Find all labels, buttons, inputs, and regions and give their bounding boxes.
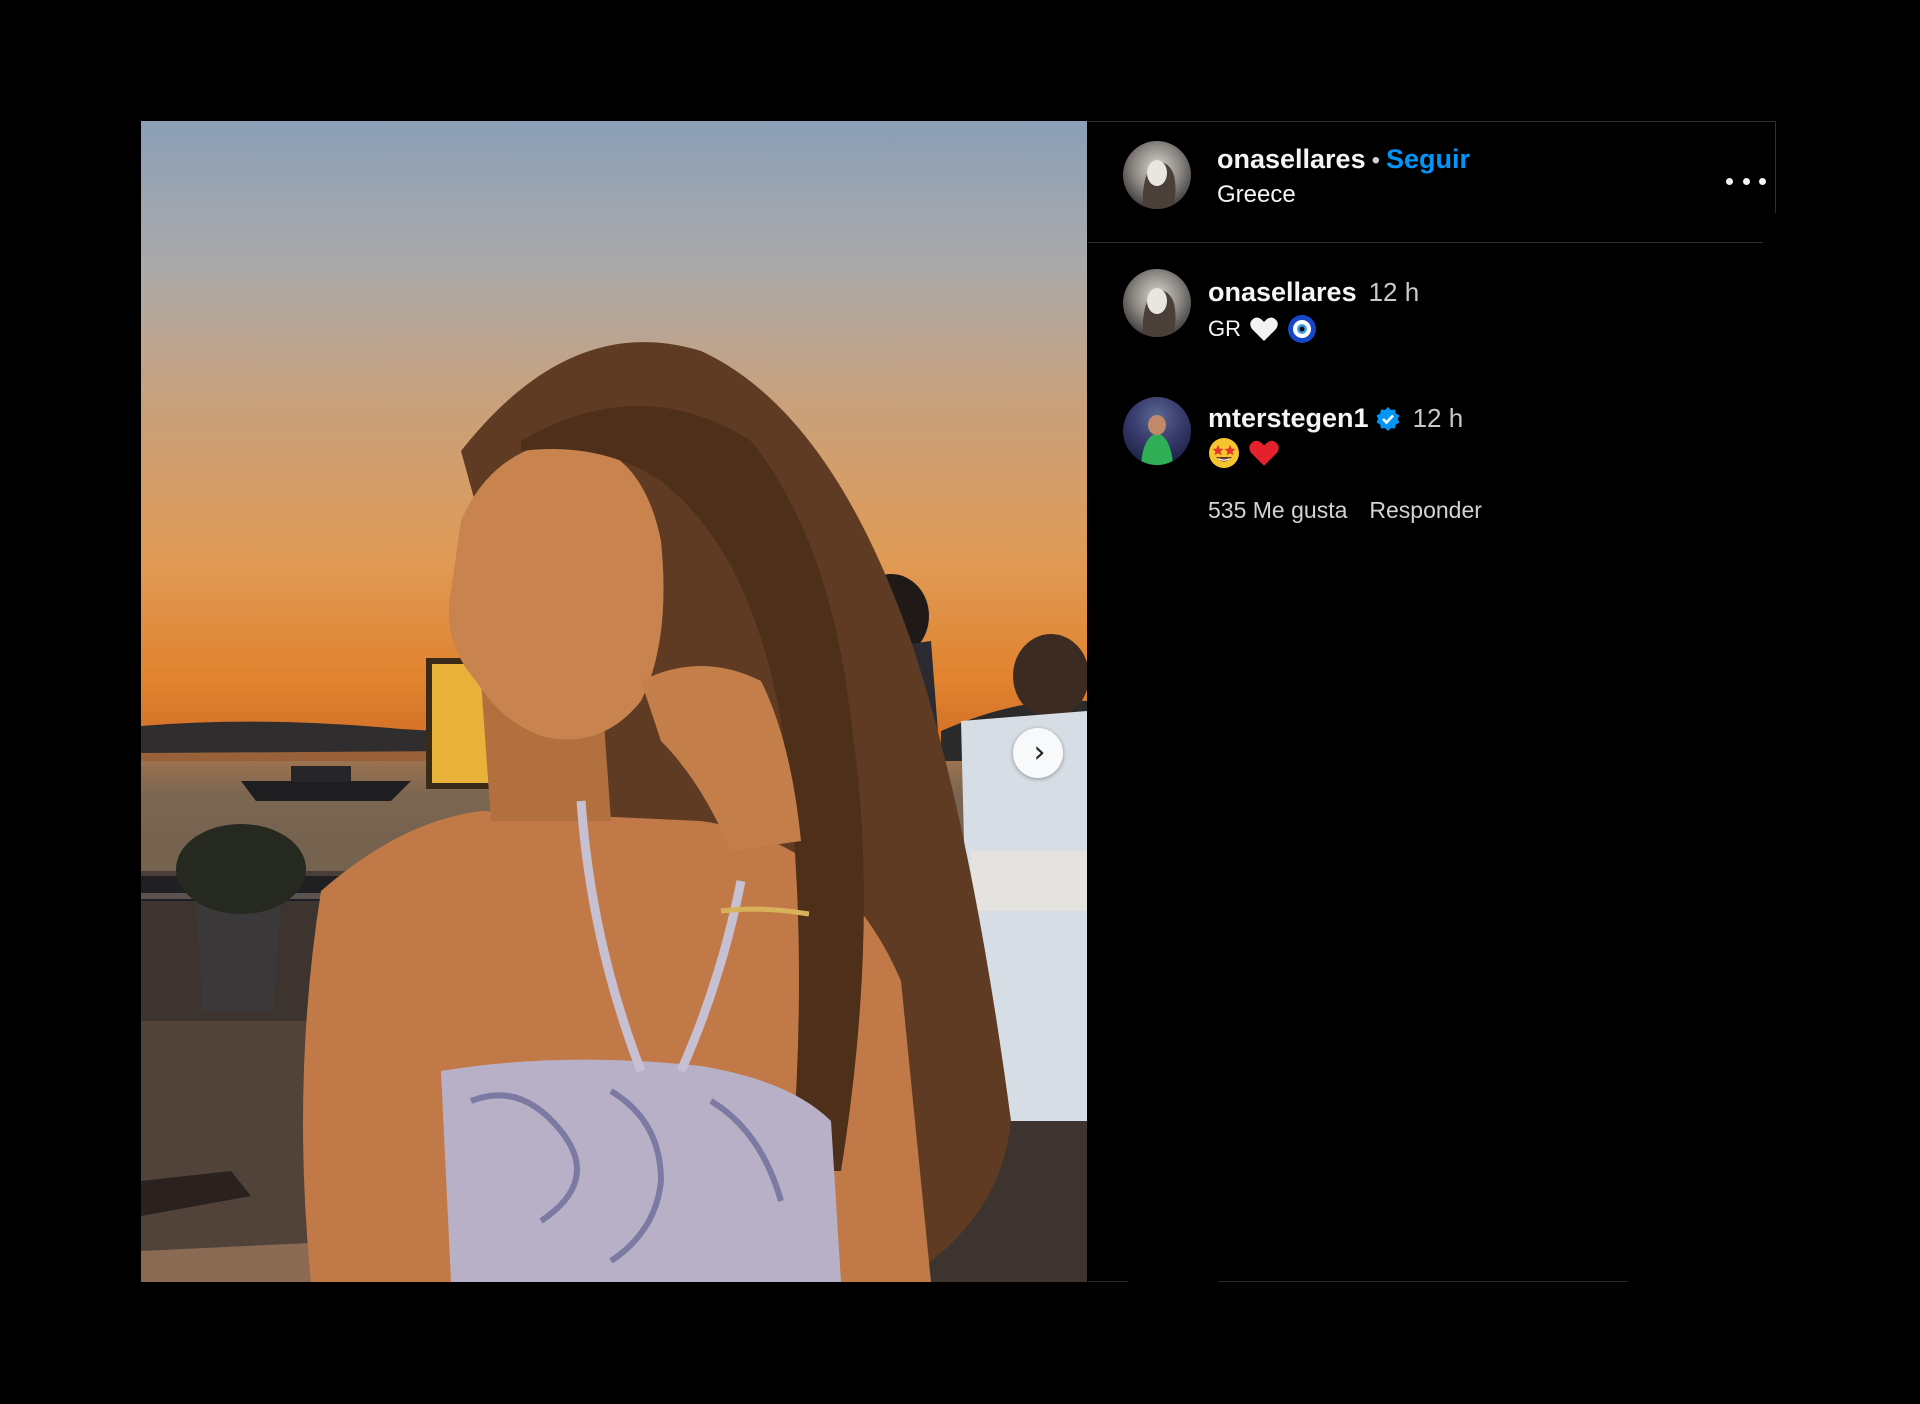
post-photo[interactable]: › — [141, 121, 1087, 1282]
comment-username-text[interactable]: mterstegen1 — [1208, 403, 1369, 434]
divider — [1088, 1281, 1128, 1282]
divider — [1218, 1281, 1628, 1282]
comment-username: onasellares 12 h — [1208, 277, 1419, 308]
reply-button[interactable]: Responder — [1369, 497, 1482, 523]
post-modal: › onasellares • Seguir Greece onasellare… — [141, 121, 1776, 1282]
comment-body: GR — [1208, 316, 1241, 341]
comment-time: 12 h — [1368, 277, 1420, 307]
photo-illustration — [141, 342, 1087, 1282]
comment-username-text[interactable]: onasellares — [1208, 277, 1357, 307]
separator-dot: • — [1371, 147, 1380, 174]
author-username[interactable]: onasellares — [1217, 144, 1366, 174]
star-struck-icon — [1209, 438, 1239, 468]
red-heart-icon — [1249, 440, 1279, 466]
post-location[interactable]: Greece — [1217, 181, 1296, 209]
comment-username: mterstegen1 12 h — [1208, 403, 1463, 434]
divider — [1775, 121, 1776, 213]
post-header: onasellares • Seguir Greece — [1088, 121, 1766, 243]
next-photo-button[interactable]: › — [1013, 728, 1063, 778]
post-sidebar: onasellares • Seguir Greece onasellares 12 … — [1088, 121, 1776, 1282]
comment-text: GR — [1208, 314, 1317, 344]
comment-time: 12 h — [1412, 403, 1464, 433]
commenter-avatar[interactable] — [1123, 397, 1191, 465]
likes-count[interactable]: 535 Me gusta — [1208, 497, 1347, 523]
nazar-amulet-icon — [1288, 315, 1316, 343]
more-options-icon[interactable] — [1726, 171, 1766, 191]
verified-badge-icon — [1376, 406, 1400, 431]
commenter-avatar[interactable] — [1123, 269, 1191, 337]
chevron-right-icon: › — [1033, 735, 1046, 770]
follow-button[interactable]: Seguir — [1386, 144, 1470, 174]
white-heart-icon — [1250, 317, 1278, 341]
comment-text — [1208, 437, 1280, 469]
author-avatar[interactable] — [1123, 141, 1191, 209]
comment-meta: 535 Me gusta Responder — [1208, 497, 1504, 524]
header-user-line: onasellares • Seguir — [1217, 144, 1470, 175]
